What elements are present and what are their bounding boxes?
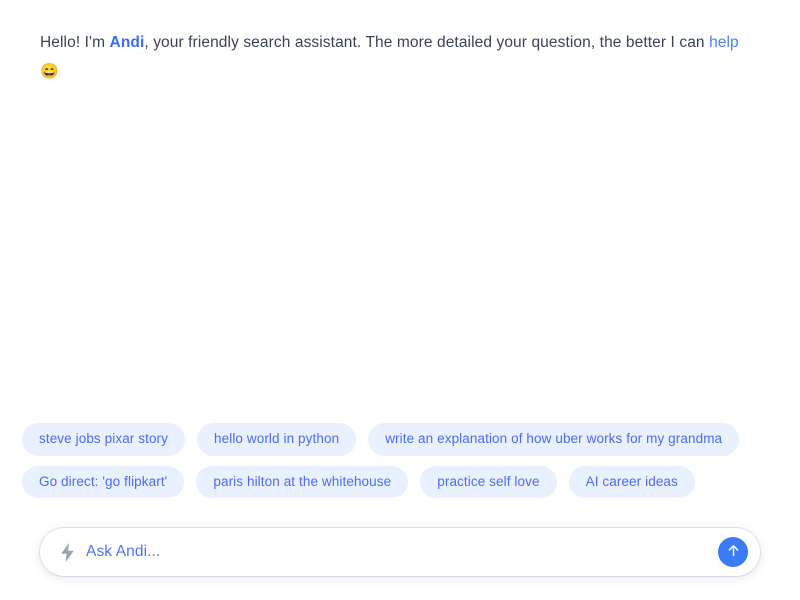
help-link[interactable]: help	[709, 34, 739, 51]
greeting-emoji: 😄	[40, 63, 59, 80]
greeting-message: Hello! I'm Andi, your friendly search as…	[40, 30, 740, 84]
suggestion-chip[interactable]: write an explanation of how uber works f…	[368, 423, 740, 456]
suggestion-chip[interactable]: AI career ideas	[568, 465, 695, 498]
suggestion-chip[interactable]: steve jobs pixar story	[22, 423, 185, 456]
send-button[interactable]	[718, 537, 748, 567]
search-bar[interactable]	[40, 528, 760, 576]
suggestion-chip[interactable]: practice self love	[420, 465, 557, 498]
greeting-text-part1: Hello! I'm	[40, 34, 110, 51]
andi-search-page: Hello! I'm Andi, your friendly search as…	[0, 0, 800, 600]
greeting-text-part2: , your friendly search assistant. The mo…	[144, 34, 710, 51]
suggestion-chip[interactable]: paris hilton at the whitehouse	[196, 465, 409, 498]
search-input[interactable]	[86, 528, 718, 576]
search-bar-container	[40, 528, 760, 576]
lightning-bolt-icon	[58, 542, 76, 562]
suggestion-chip[interactable]: hello world in python	[197, 423, 357, 456]
suggestion-chip[interactable]: Go direct: 'go flipkart'	[22, 465, 185, 498]
suggestion-chips: steve jobs pixar story hello world in py…	[22, 423, 762, 498]
brand-name-andi: Andi	[109, 34, 145, 51]
arrow-up-icon	[726, 543, 741, 561]
